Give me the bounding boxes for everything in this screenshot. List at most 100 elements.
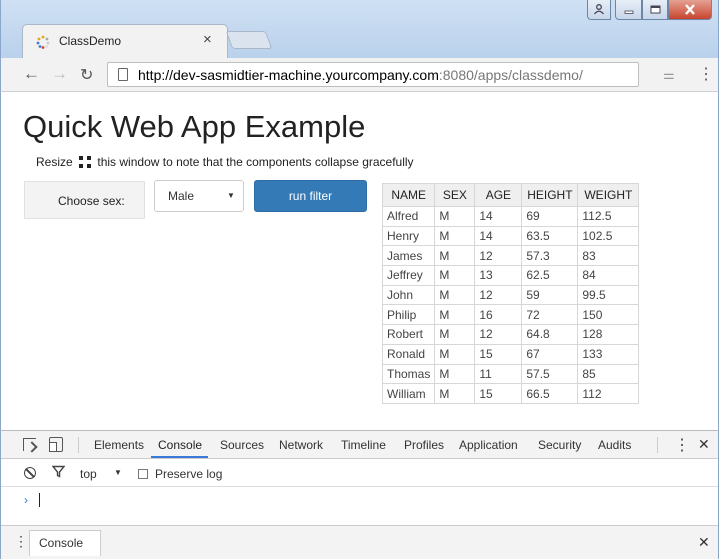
tab-sources[interactable]: Sources [220,438,264,452]
preserve-log-label: Preserve log [155,467,223,481]
tab-profiles[interactable]: Profiles [404,438,444,452]
devtools-panel: Elements Console Sources Network Timelin… [0,430,719,559]
extension-icon[interactable]: ⚌ [663,67,675,83]
cell-name: James [381,245,436,267]
cell-sex: M [434,206,476,227]
close-drawer-icon[interactable]: ✕ [698,534,710,551]
cell-weight: 112 [577,383,640,404]
reload-icon[interactable]: ↻ [80,65,93,85]
column-header-sex[interactable]: SEX [434,183,476,207]
forward-arrow-icon[interactable]: → [51,64,68,84]
tab-application[interactable]: Application [459,438,518,452]
cell-height: 66.5 [521,383,579,404]
filter-icon[interactable] [51,465,66,481]
drawer-menu-icon[interactable]: ⋮ [14,533,28,550]
close-devtools-icon[interactable]: ✕ [698,436,710,453]
cell-weight: 102.5 [577,225,640,247]
cell-name: Jeffrey [381,265,436,286]
url-path: :8080/apps/classdemo/ [438,67,583,83]
more-options-icon[interactable]: ⋮ [674,435,690,455]
cell-name: Henry [381,225,436,247]
address-bar[interactable]: http://dev-sasmidtier-machine.yourcompan… [107,62,639,87]
cell-age: 16 [474,304,523,326]
cell-sex: M [434,225,476,247]
resize-icon [79,156,92,168]
tab-elements[interactable]: Elements [94,438,144,452]
table-row: Ronald M 15 67 133 [381,343,640,365]
cell-sex: M [434,324,476,345]
inspect-element-icon[interactable] [23,438,36,451]
browser-menu-icon[interactable]: ⋮ [698,64,714,84]
cell-age: 11 [474,363,523,385]
cell-sex: M [434,343,476,365]
cell-weight: 150 [577,304,640,326]
table-header-row: NAME SEX AGE HEIGHT WEIGHT [381,183,640,207]
browser-tab[interactable]: ClassDemo × [22,24,228,58]
cell-sex: M [434,245,476,267]
cell-weight: 83 [577,245,640,267]
cell-height: 67 [521,343,579,365]
cell-height: 63.5 [521,225,579,247]
run-filter-button[interactable]: run filter [254,180,367,212]
table-row: Henry M 14 63.5 102.5 [381,225,640,247]
page-icon [118,68,128,81]
table-row: William M 15 66.5 112 [381,383,640,404]
cell-sex: M [434,304,476,326]
tab-close-icon[interactable]: × [203,31,212,48]
page-viewport: Quick Web App Example Resize this window… [0,92,719,430]
cell-height: 57.5 [521,363,579,385]
table-row: Philip M 16 72 150 [381,304,640,326]
column-header-height[interactable]: HEIGHT [521,183,579,207]
cell-height: 64.8 [521,324,579,345]
column-header-weight[interactable]: WEIGHT [577,183,640,207]
table-row: Thomas M 11 57.5 85 [381,363,640,385]
sex-select[interactable]: Male ▼ [154,180,244,212]
context-selector[interactable]: top [80,467,97,481]
back-arrow-icon[interactable]: ← [23,64,40,84]
maximize-window-button[interactable] [642,0,668,20]
column-header-name[interactable]: NAME [381,183,436,207]
tab-audits[interactable]: Audits [598,438,631,452]
new-tab-button[interactable] [225,31,273,49]
cell-sex: M [434,383,476,404]
preserve-log-checkbox[interactable] [138,469,148,479]
tab-timeline[interactable]: Timeline [341,438,386,452]
tab-security[interactable]: Security [538,438,581,452]
console-input-cursor[interactable] [39,493,40,507]
subtitle-text-before: Resize [36,155,73,169]
filter-label: Choose sex: [58,194,125,208]
cell-height: 72 [521,304,579,326]
page-title: Quick Web App Example [23,109,366,144]
devtools-drawer: ⋮ Console ✕ [1,525,718,559]
tab-network[interactable]: Network [279,438,323,452]
toolbar-divider [657,437,658,453]
cell-weight: 128 [577,324,640,345]
console-prompt-icon: › [24,493,28,507]
tab-console[interactable]: Console [158,438,202,452]
clear-console-icon[interactable] [24,467,36,479]
table-row: James M 12 57.3 83 [381,245,640,267]
cell-age: 14 [474,206,523,227]
cell-height: 57.3 [521,245,579,267]
cell-age: 15 [474,343,523,365]
select-value: Male [168,189,195,203]
cell-name: John [381,284,436,306]
cell-weight: 85 [577,363,640,385]
page-subtitle: Resize this window to note that the comp… [36,155,414,169]
drawer-tab-console[interactable]: Console [29,530,101,556]
table-row: Robert M 12 64.8 128 [381,324,640,345]
user-profile-icon[interactable] [587,0,611,20]
cell-weight: 133 [577,343,640,365]
cell-sex: M [434,265,476,286]
toolbar-divider [78,437,79,453]
window-titlebar: ClassDemo × [0,0,719,58]
device-toolbar-icon[interactable] [49,437,63,452]
close-window-button[interactable] [668,0,712,20]
cell-height: 62.5 [521,265,579,286]
url-text[interactable]: http://dev-sasmidtier-machine.yourcompan… [138,67,583,83]
column-header-age[interactable]: AGE [474,183,523,207]
chevron-down-icon: ▼ [114,468,122,477]
cell-age: 12 [474,324,523,345]
minimize-window-button[interactable] [615,0,642,20]
cell-sex: M [434,363,476,385]
